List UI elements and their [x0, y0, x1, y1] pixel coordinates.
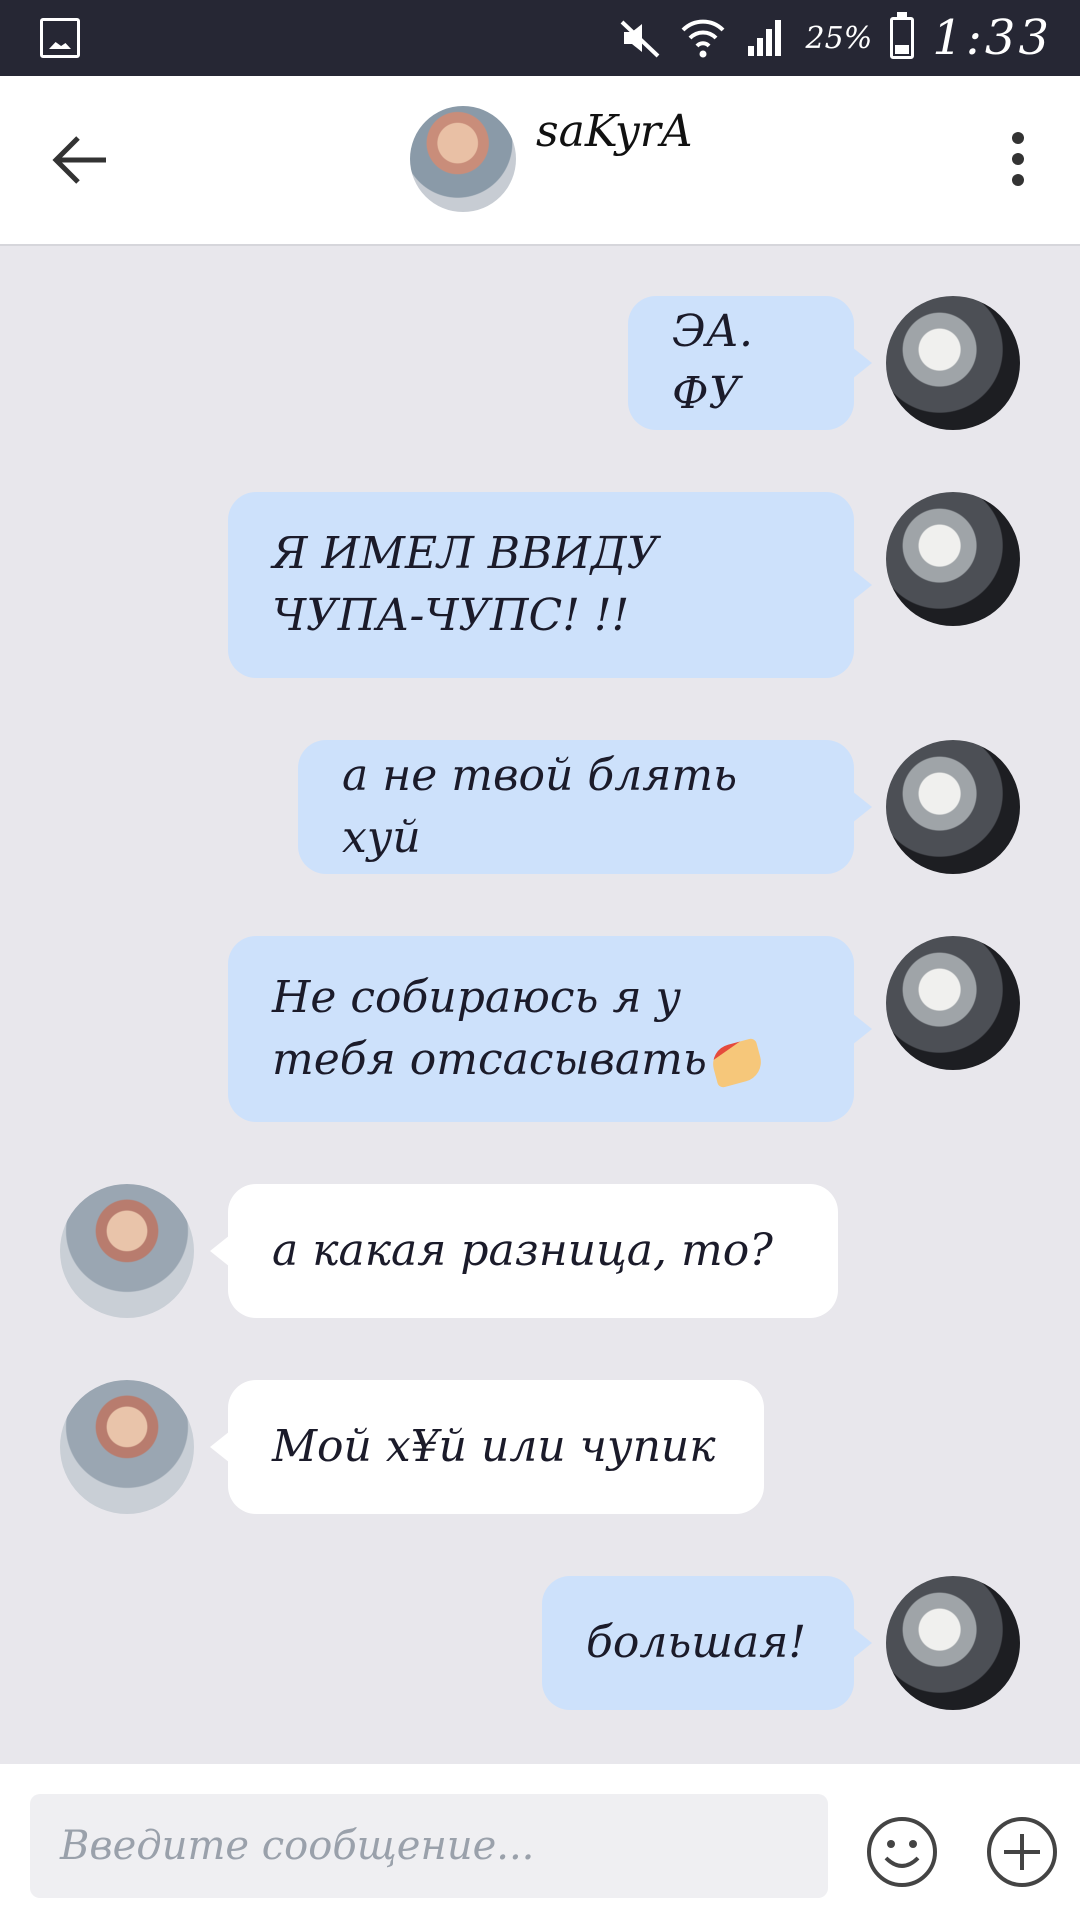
back-arrow-icon[interactable]	[48, 128, 112, 192]
status-bar: 25% 1:33	[0, 0, 1080, 76]
overflow-menu-icon[interactable]	[1006, 132, 1030, 192]
message-text: ЭА. ФУ	[672, 306, 753, 419]
incoming-message[interactable]: Мой х¥й или чупик	[210, 1380, 764, 1514]
message-text: Не собираюсь я у тебя отсасывать	[272, 967, 810, 1091]
gallery-icon	[40, 18, 80, 58]
outgoing-message[interactable]: Не собираюсь я у тебя отсасывать	[228, 936, 872, 1122]
message-list[interactable]: ЭА. ФУ Я ИМЕЛ ВВИДУ ЧУПА-ЧУПС! !! а не т…	[0, 246, 1080, 1766]
avatar[interactable]	[886, 740, 1020, 874]
message-text: а не твой блять хуй	[342, 750, 738, 863]
chat-header: saKyrA	[0, 76, 1080, 246]
add-attachment-icon[interactable]	[984, 1814, 1060, 1890]
signal-icon	[747, 20, 781, 56]
clock: 1:33	[932, 10, 1052, 66]
contact-avatar[interactable]	[410, 106, 516, 212]
outgoing-message[interactable]: большая!	[542, 1576, 872, 1710]
message-input[interactable]: Введите сообщение...	[30, 1794, 828, 1898]
outgoing-message[interactable]: Я ИМЕЛ ВВИДУ ЧУПА-ЧУПС! !!	[228, 492, 872, 678]
mute-icon	[620, 20, 659, 58]
battery-icon	[890, 12, 915, 59]
incoming-message[interactable]: а какая разница, то?	[210, 1184, 838, 1318]
message-composer: Введите сообщение...	[0, 1764, 1080, 1920]
wifi-icon	[681, 19, 724, 58]
outgoing-message[interactable]: ЭА. ФУ	[628, 296, 872, 430]
avatar[interactable]	[886, 296, 1020, 430]
avatar[interactable]	[886, 492, 1020, 626]
avatar[interactable]	[886, 936, 1020, 1070]
nail-polish-emoji	[708, 1036, 766, 1089]
battery-percent: 25%	[805, 20, 873, 56]
message-input-placeholder: Введите сообщение...	[60, 1823, 535, 1869]
message-text: Мой х¥й или чупик	[272, 1421, 716, 1472]
message-text: а какая разница, то?	[272, 1225, 773, 1276]
message-text: Я ИМЕЛ ВВИДУ ЧУПА-ЧУПС! !!	[272, 528, 659, 641]
emoji-icon[interactable]	[864, 1814, 940, 1890]
status-icons: 25% 1:33	[618, 8, 1052, 68]
avatar[interactable]	[60, 1184, 194, 1318]
avatar[interactable]	[886, 1576, 1020, 1710]
message-text: большая!	[586, 1617, 807, 1668]
outgoing-message[interactable]: а не твой блять хуй	[298, 740, 872, 874]
contact-name[interactable]: saKyrA	[536, 106, 693, 157]
avatar[interactable]	[60, 1380, 194, 1514]
